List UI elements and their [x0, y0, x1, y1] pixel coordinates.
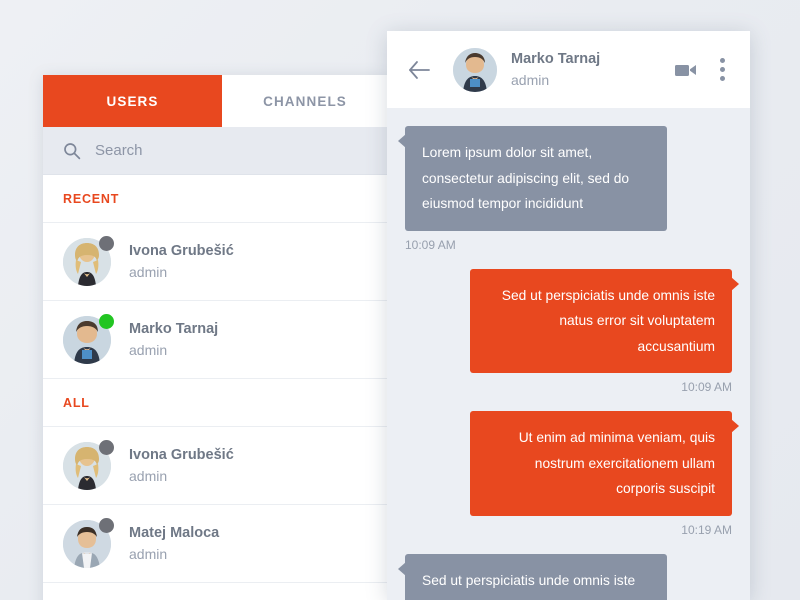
menu-dot [720, 67, 725, 72]
avatar [453, 47, 497, 92]
search-icon [63, 142, 81, 160]
menu-dot [720, 58, 725, 63]
tab-users[interactable]: USERS [43, 75, 222, 127]
message-outgoing: Sed ut perspiciatis unde omnis iste natu… [405, 268, 739, 395]
list-item-name: Marko Tarnaj [129, 320, 219, 337]
list-item-meta: Ivona Grubešić admin [129, 445, 234, 486]
list-item-role: admin [129, 263, 168, 280]
users-panel: USERS CHANNELS RECENT [43, 75, 388, 600]
chat-title-block: Marko Tarnaj admin [511, 49, 674, 90]
chat-subtitle: admin [511, 71, 550, 88]
avatar [63, 439, 114, 490]
message-bubble[interactable]: Lorem ipsum dolor sit amet, consectetur … [398, 126, 667, 231]
section-header-all: ALL [43, 379, 388, 427]
status-badge [99, 313, 114, 329]
list-item-meta: Marko Tarnaj admin [129, 319, 218, 360]
list-item-name: Ivona Grubešić [129, 242, 234, 259]
list-item[interactable]: Ivona Grubešić admin [43, 223, 388, 301]
status-badge [99, 439, 114, 455]
message-bubble[interactable]: Ut enim ad minima veniam, quis nostrum e… [470, 411, 739, 516]
tab-channels[interactable]: CHANNELS [222, 75, 388, 127]
list-item-role: admin [129, 467, 168, 484]
video-camera-icon[interactable] [674, 58, 698, 82]
message-incoming: Lorem ipsum dolor sit amet, consectetur … [398, 126, 732, 252]
search-input[interactable] [95, 142, 335, 159]
message-incoming: Sed ut perspiciatis unde omnis iste natu… [398, 553, 732, 600]
search-bar[interactable] [43, 127, 388, 175]
list-item-name: Ivona Grubešić [129, 446, 234, 463]
chat-header: Marko Tarnaj admin [387, 31, 750, 108]
page-title: Marko Tarnaj [511, 50, 601, 67]
message-list[interactable]: Lorem ipsum dolor sit amet, consectetur … [387, 108, 750, 600]
more-vertical-icon[interactable] [720, 58, 725, 81]
list-item-meta: Ivona Grubešić admin [129, 241, 234, 282]
list-item-role: admin [129, 341, 168, 358]
arrow-left-icon[interactable] [407, 57, 433, 83]
section-header-recent: RECENT [43, 175, 388, 223]
list-item-name: Matej Maloca [129, 524, 220, 541]
list-item[interactable]: Matej Maloca admin [43, 505, 388, 583]
list-item[interactable]: Marko Tarnaj admin [43, 301, 388, 379]
message-timestamp: 10:09 AM [681, 380, 732, 395]
message-bubble[interactable]: Sed ut perspiciatis unde omnis iste natu… [398, 553, 667, 600]
list-item[interactable]: Ivona Grubešić admin [43, 427, 388, 505]
avatar [63, 313, 114, 364]
status-badge [99, 235, 114, 251]
message-timestamp: 10:09 AM [405, 237, 456, 252]
list-item-role: admin [129, 545, 168, 562]
panel-tabs: USERS CHANNELS [43, 75, 388, 127]
message-timestamp: 10:19 AM [681, 522, 732, 537]
status-badge [99, 517, 114, 533]
chat-panel: Marko Tarnaj admin Lorem ipsum dolor sit… [387, 31, 750, 600]
menu-dot [720, 76, 725, 81]
message-outgoing: Ut enim ad minima veniam, quis nostrum e… [405, 411, 739, 537]
message-bubble[interactable]: Sed ut perspiciatis unde omnis iste natu… [470, 268, 739, 374]
avatar [63, 517, 114, 568]
avatar [63, 235, 114, 286]
list-item-meta: Matej Maloca admin [129, 523, 219, 564]
